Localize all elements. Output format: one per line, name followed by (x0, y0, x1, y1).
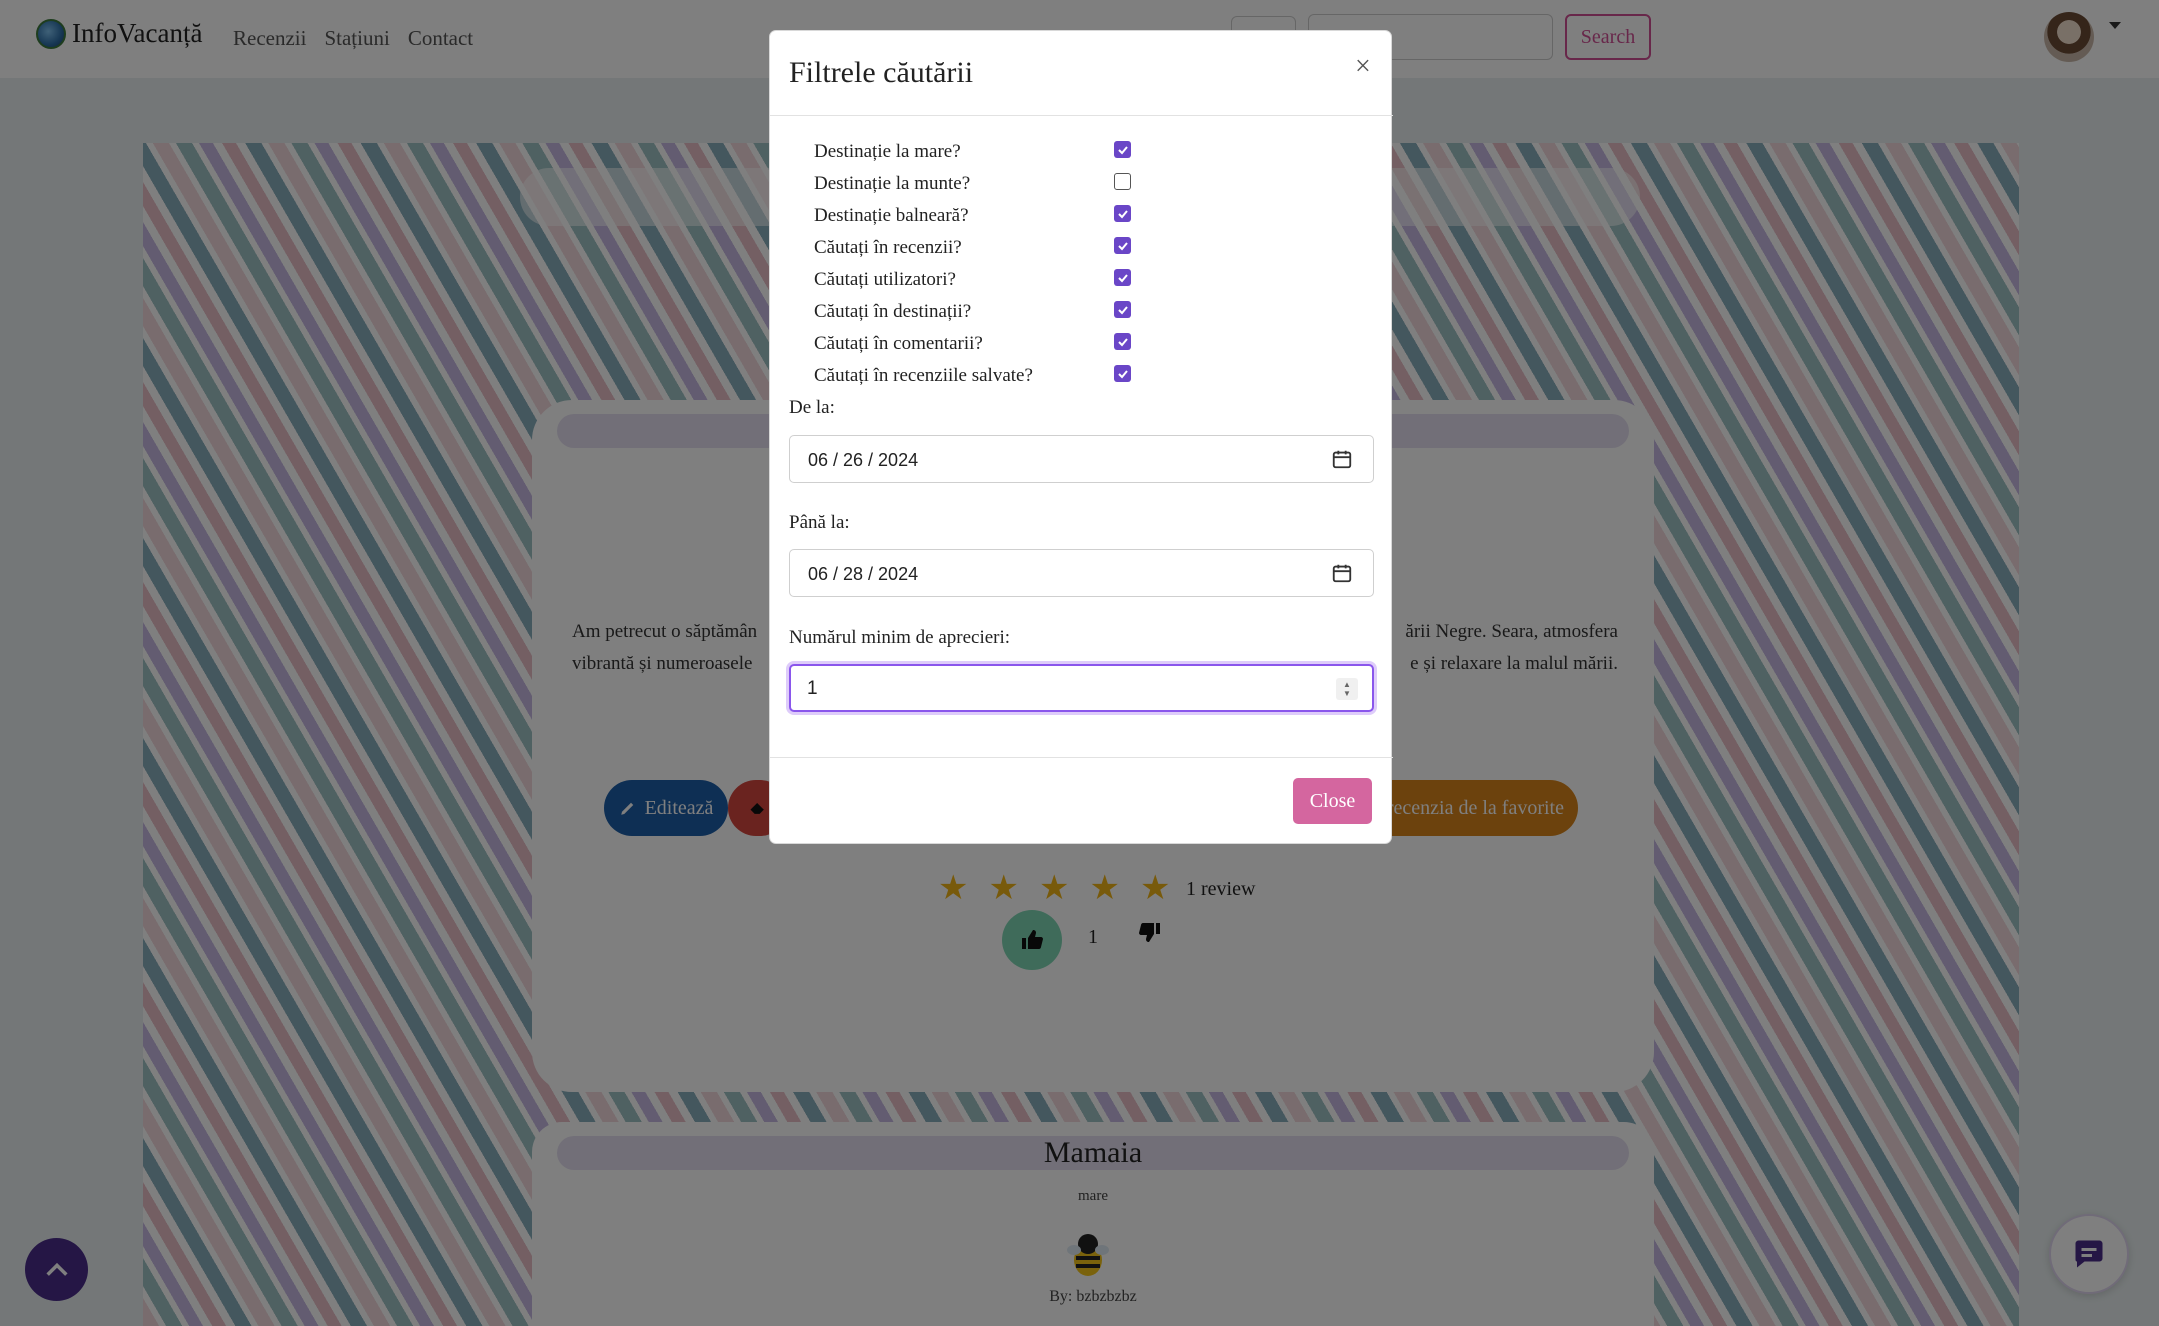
filter-label: Căutați în comentarii? (814, 333, 983, 354)
from-date-label: De la: (789, 397, 835, 418)
checkbox-mare[interactable] (1114, 141, 1131, 158)
number-spinner[interactable]: ▲ ▼ (1336, 678, 1358, 700)
checkbox-utilizatori[interactable] (1114, 269, 1131, 286)
filter-row-balneara: Destinație balneară? (814, 201, 1374, 229)
to-date-field[interactable]: 06 / 28 / 2024 (789, 549, 1374, 597)
close-button[interactable]: Close (1293, 778, 1372, 824)
calendar-icon[interactable] (1331, 562, 1353, 584)
calendar-icon[interactable] (1331, 448, 1353, 470)
filter-row-comentarii: Căutați în comentarii? (814, 329, 1374, 357)
min-likes-label: Numărul minim de aprecieri: (789, 627, 1011, 648)
checkbox-balneara[interactable] (1114, 205, 1131, 222)
filter-row-mare: Destinație la mare? (814, 137, 1374, 165)
close-icon[interactable]: × (1355, 53, 1371, 81)
to-date-label: Până la: (789, 512, 850, 533)
search-filters-modal: Filtrele căutării × Destinație la mare? … (769, 30, 1393, 844)
min-likes-value: 1 (807, 678, 818, 699)
checkbox-munte[interactable] (1114, 173, 1131, 190)
from-date-value: 06 / 26 / 2024 (808, 450, 919, 470)
filter-label: Căutați în destinații? (814, 301, 972, 322)
filter-row-munte: Destinație la munte? (814, 169, 1374, 197)
filter-row-salvate: Căutați în recenziile salvate? (814, 361, 1374, 389)
checkbox-recenzii[interactable] (1114, 237, 1131, 254)
filter-label: Căutați utilizatori? (814, 269, 956, 290)
modal-header: Filtrele căutării × (770, 31, 1393, 116)
modal-title: Filtrele căutării (789, 56, 974, 89)
checkbox-salvate[interactable] (1114, 365, 1131, 382)
to-date-value: 06 / 28 / 2024 (808, 564, 919, 584)
filter-label: Destinație la munte? (814, 173, 971, 194)
filter-label: Căutați în recenzii? (814, 237, 962, 258)
filter-label: Destinație balneară? (814, 205, 969, 226)
from-date-field[interactable]: 06 / 26 / 2024 (789, 435, 1374, 483)
filter-label: Căutați în recenziile salvate? (814, 365, 1033, 386)
filter-label: Destinație la mare? (814, 141, 961, 162)
checkbox-comentarii[interactable] (1114, 333, 1131, 350)
min-likes-input[interactable]: 1 ▲ ▼ (789, 664, 1374, 712)
filter-row-destinatii: Căutați în destinații? (814, 297, 1374, 325)
filter-row-utilizatori: Căutați utilizatori? (814, 265, 1374, 293)
checkbox-destinatii[interactable] (1114, 301, 1131, 318)
filter-row-recenzii: Căutați în recenzii? (814, 233, 1374, 261)
